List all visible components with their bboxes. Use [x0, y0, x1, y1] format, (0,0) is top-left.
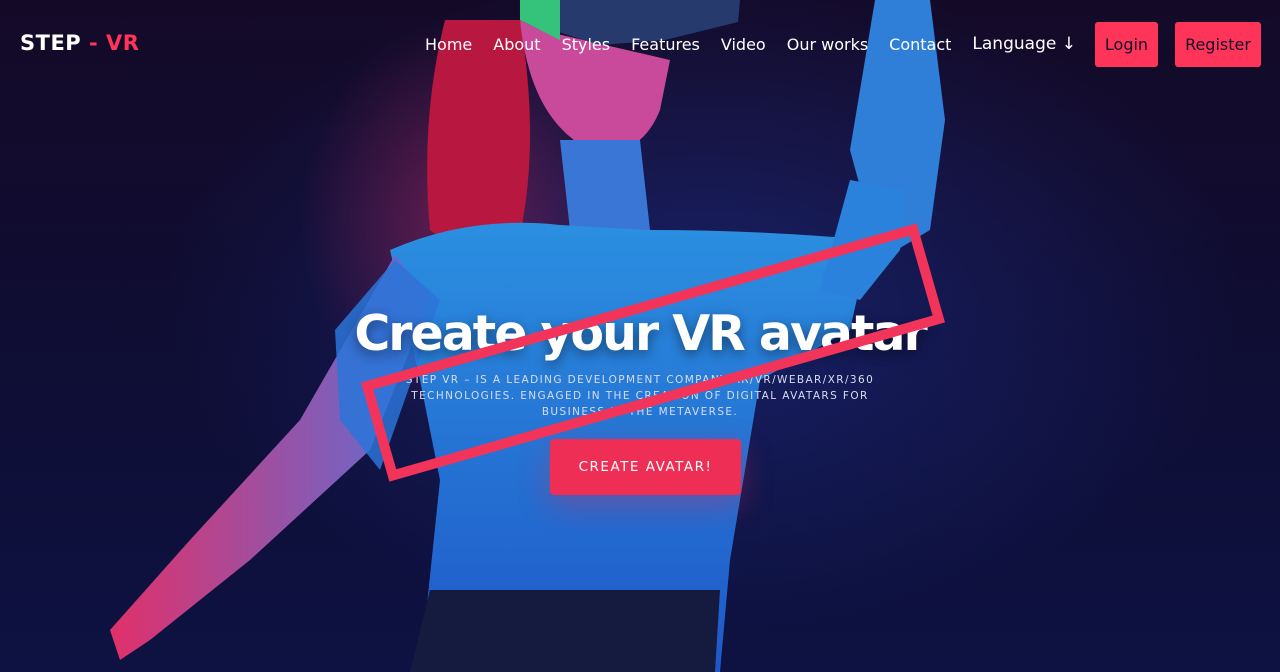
main-nav: Home About Styles Features Video Our wor… [425, 34, 1076, 54]
nav-styles[interactable]: Styles [562, 35, 611, 54]
create-avatar-button[interactable]: CREATE AVATAR! [550, 439, 741, 495]
nav-about[interactable]: About [493, 35, 540, 54]
language-dropdown[interactable]: Language ↓ [972, 34, 1076, 54]
brand-logo[interactable]: STEP - VR [20, 31, 139, 55]
nav-contact[interactable]: Contact [889, 35, 951, 54]
top-navbar: STEP - VR Home About Styles Features Vid… [0, 0, 1280, 90]
nav-features[interactable]: Features [631, 35, 700, 54]
hero-subtitle: STEP VR – IS A LEADING DEVELOPMENT COMPA… [405, 374, 875, 418]
nav-video[interactable]: Video [721, 35, 766, 54]
brand-step: STEP [20, 31, 82, 55]
login-button[interactable]: Login [1095, 22, 1158, 67]
brand-vr: VR [106, 31, 140, 55]
register-button[interactable]: Register [1175, 22, 1261, 67]
hero-section: STEP - VR Home About Styles Features Vid… [0, 0, 1280, 672]
brand-separator: - [89, 31, 99, 55]
nav-home[interactable]: Home [425, 35, 472, 54]
nav-our-works[interactable]: Our works [787, 35, 868, 54]
hero-headline: Create your VR avatar [354, 305, 927, 362]
